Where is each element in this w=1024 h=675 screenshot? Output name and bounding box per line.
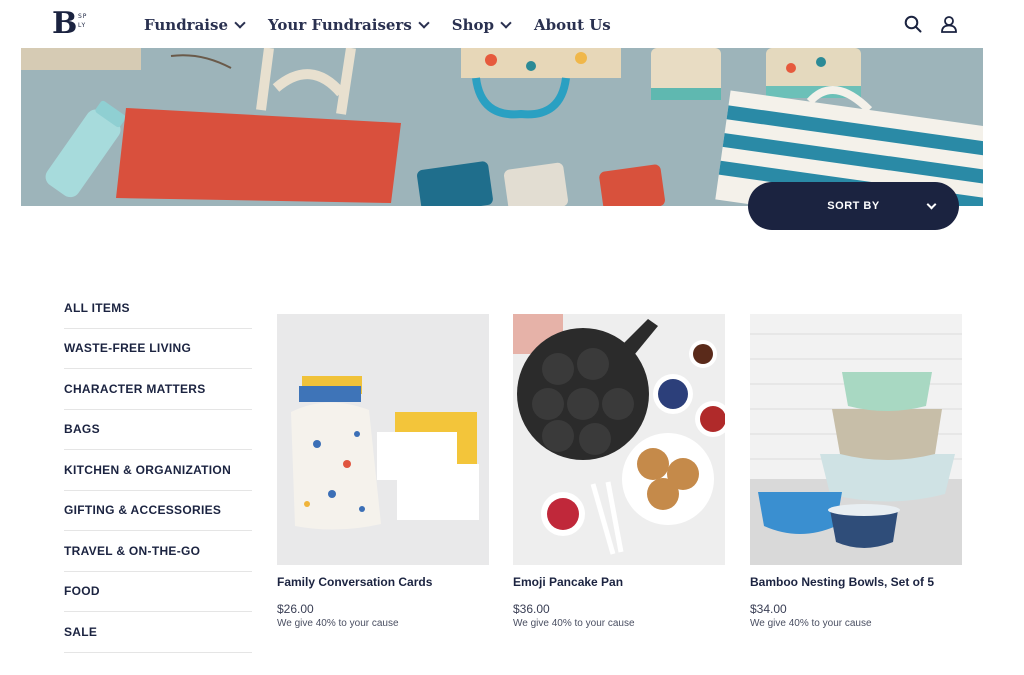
nav-fundraise-label: Fundraise <box>144 16 228 34</box>
product-name[interactable]: Emoji Pancake Pan <box>513 575 725 589</box>
sort-by-label: SORT BY <box>827 200 880 212</box>
logo-small-line1: SP <box>78 13 88 20</box>
product-price: $36.00 <box>513 602 550 616</box>
main-nav: Fundraise Your Fundraisers Shop About Us <box>144 16 611 34</box>
product-card[interactable]: Family Conversation Cards $26.00 We give… <box>277 314 489 629</box>
sidebar-item-bags[interactable]: BAGS <box>64 410 252 450</box>
chevron-down-icon <box>234 17 246 29</box>
product-name[interactable]: Bamboo Nesting Bowls, Set of 5 <box>750 575 962 589</box>
logo-small-text: SP LY <box>78 12 87 30</box>
nav-your-fundraisers[interactable]: Your Fundraisers <box>268 16 430 34</box>
sidebar-item-sale[interactable]: SALE <box>64 612 252 653</box>
chevron-down-icon <box>418 17 430 29</box>
sidebar-item-food[interactable]: FOOD <box>64 572 252 612</box>
chevron-down-icon <box>500 17 512 29</box>
product-price: $26.00 <box>277 602 314 616</box>
sidebar-item-waste-free-living[interactable]: WASTE-FREE LIVING <box>64 329 252 369</box>
product-image[interactable] <box>277 314 489 565</box>
user-icon[interactable] <box>940 15 958 33</box>
product-image[interactable] <box>513 314 725 565</box>
sidebar-item-travel-on-the-go[interactable]: TRAVEL & ON-THE-GO <box>64 531 252 572</box>
nav-about-us[interactable]: About Us <box>534 16 611 34</box>
product-image[interactable] <box>750 314 962 565</box>
nav-about-us-label: About Us <box>534 16 611 34</box>
product-card[interactable]: Emoji Pancake Pan $36.00 We give 40% to … <box>513 314 725 629</box>
product-cause: We give 40% to your cause <box>750 618 872 629</box>
sidebar-item-kitchen-organization[interactable]: KITCHEN & ORGANIZATION <box>64 450 252 491</box>
sidebar-item-character-matters[interactable]: CHARACTER MATTERS <box>64 369 252 410</box>
sidebar-item-all-items[interactable]: ALL ITEMS <box>64 288 252 329</box>
product-cause: We give 40% to your cause <box>277 618 399 629</box>
product-card[interactable]: Bamboo Nesting Bowls, Set of 5 $34.00 We… <box>750 314 962 629</box>
nav-shop-label: Shop <box>451 16 495 34</box>
chevron-down-icon <box>926 199 937 210</box>
logo-letter: B <box>52 6 78 41</box>
nav-fundraise[interactable]: Fundraise <box>144 16 246 34</box>
category-sidebar: ALL ITEMS WASTE-FREE LIVING CHARACTER MA… <box>64 288 252 653</box>
nav-shop[interactable]: Shop <box>451 16 512 34</box>
search-icon[interactable] <box>904 15 922 33</box>
header-icons <box>904 15 958 33</box>
sidebar-item-gifting-accessories[interactable]: GIFTING & ACCESSORIES <box>64 491 252 531</box>
sort-by-button[interactable]: SORT BY <box>748 182 959 230</box>
brand-logo[interactable]: B SP LY <box>52 6 92 41</box>
product-price: $34.00 <box>750 602 787 616</box>
logo-small-line2: LY <box>78 22 87 29</box>
site-header: B SP LY Fundraise Your Fundraisers Shop … <box>0 0 1024 48</box>
product-name[interactable]: Family Conversation Cards <box>277 575 489 589</box>
product-cause: We give 40% to your cause <box>513 618 635 629</box>
nav-your-fundraisers-label: Your Fundraisers <box>268 16 412 34</box>
